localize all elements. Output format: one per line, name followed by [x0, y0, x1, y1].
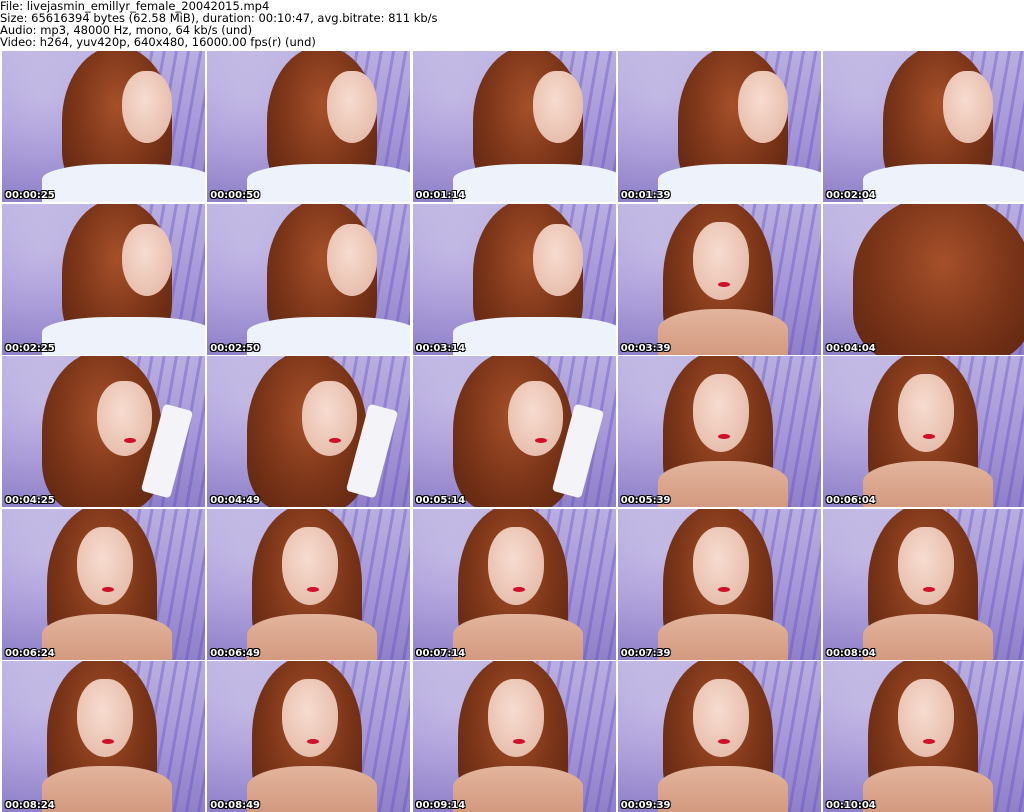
thumbnail-timestamp: 00:01:14 — [415, 190, 466, 201]
thumbnail: 00:00:25 — [2, 51, 205, 202]
thumbnail-timestamp: 00:02:50 — [210, 342, 260, 354]
thumbnail: 00:08:24 — [2, 661, 205, 812]
thumbnail: 00:01:14 — [412, 51, 616, 202]
thumbnail: 00:02:04 — [823, 51, 1024, 202]
thumbnail: 00:06:49 — [207, 508, 411, 660]
thumbnail: 00:08:49 — [207, 661, 411, 812]
thumbnail: 00:08:04 — [823, 508, 1024, 660]
thumbnail-timestamp: 00:08:49 — [210, 800, 260, 811]
thumbnail: 00:02:50 — [207, 203, 411, 355]
thumbnail: 00:07:39 — [617, 508, 821, 660]
thumbnail-timestamp: 00:07:14 — [415, 647, 466, 659]
thumbnail-timestamp: 00:01:39 — [620, 190, 671, 201]
thumbnail-timestamp: 00:08:04 — [826, 647, 876, 659]
thumbnail-timestamp: 00:07:39 — [620, 647, 671, 659]
thumbnail-timestamp: 00:03:14 — [415, 342, 466, 354]
thumbnail-timestamp: 00:04:25 — [5, 495, 55, 506]
thumbnail-timestamp: 00:02:25 — [5, 342, 55, 354]
thumbnail: 00:04:04 — [823, 203, 1024, 355]
thumbnail: 00:07:14 — [412, 508, 616, 660]
thumbnail-timestamp: 00:04:04 — [826, 342, 876, 354]
thumbnail-timestamp: 00:02:04 — [826, 190, 876, 201]
thumbnail-timestamp: 00:08:24 — [5, 800, 55, 811]
thumbnail-timestamp: 00:09:39 — [620, 800, 671, 811]
thumbnail: 00:03:14 — [412, 203, 616, 355]
thumbnail: 00:01:39 — [617, 51, 821, 202]
thumbnail-timestamp: 00:03:39 — [620, 342, 671, 354]
thumbnail: 00:03:39 — [617, 203, 821, 355]
thumbnail-timestamp: 00:00:50 — [210, 190, 260, 201]
thumbnail-timestamp: 00:05:14 — [415, 495, 466, 506]
thumbnail: 00:04:25 — [2, 356, 205, 507]
thumbnail: 00:02:25 — [2, 203, 205, 355]
thumbnail-timestamp: 00:04:49 — [210, 495, 260, 506]
thumbnail-timestamp: 00:10:04 — [826, 800, 876, 811]
thumbnail: 00:06:24 — [2, 508, 205, 660]
thumbnail: 00:00:50 — [207, 51, 411, 202]
thumbnail: 00:09:14 — [412, 661, 616, 812]
thumbnail-timestamp: 00:06:04 — [826, 495, 876, 506]
thumbnail: 00:10:04 — [823, 661, 1024, 812]
thumbnail-timestamp: 00:06:49 — [210, 647, 260, 659]
thumbnail: 00:05:14 — [412, 356, 616, 507]
thumbnail: 00:06:04 — [823, 356, 1024, 507]
thumbnail: 00:05:39 — [617, 356, 821, 507]
thumbnail-timestamp: 00:09:14 — [415, 800, 466, 811]
thumbnail-grid: 00:00:25 00:00:50 00:01:14 00:01:39 00:02:04… — [0, 50, 1024, 812]
file-info-header: File: livejasmin_emillyr_female_20042015… — [0, 0, 1024, 50]
thumbnail-timestamp: 00:06:24 — [5, 647, 55, 659]
thumbnail-timestamp: 00:05:39 — [620, 495, 671, 506]
thumbnail: 00:04:49 — [207, 356, 411, 507]
video-info-line: Video: h264, yuv420p, 640x480, 16000.00 … — [0, 35, 316, 49]
thumbnail-timestamp: 00:00:25 — [5, 190, 55, 201]
thumbnail: 00:09:39 — [617, 661, 821, 812]
